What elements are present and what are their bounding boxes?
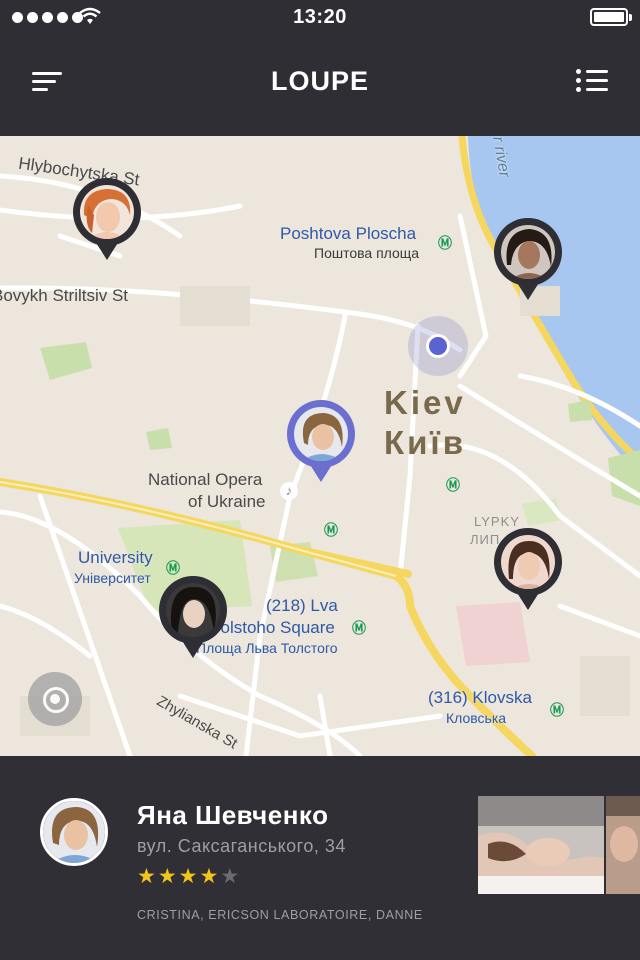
star-icon: ★ bbox=[137, 865, 156, 888]
metro-icon: Ⓜ bbox=[166, 560, 180, 576]
avatar bbox=[166, 583, 220, 637]
nav-bar: LOUPE bbox=[0, 36, 640, 136]
profile-avatar[interactable] bbox=[40, 798, 108, 866]
city-label-local: Київ bbox=[384, 424, 466, 461]
star-empty-icon: ★ bbox=[220, 865, 240, 888]
star-icon: ★ bbox=[157, 865, 177, 888]
status-bar: 13:20 bbox=[0, 0, 640, 36]
metro-station-label: (316) Klovska bbox=[428, 688, 532, 707]
street-label: Bovykh Striltsiv St bbox=[0, 286, 129, 305]
photo-gallery[interactable] bbox=[478, 796, 640, 894]
master-pin[interactable] bbox=[494, 218, 562, 302]
poi-label: of Ukraine bbox=[188, 492, 266, 511]
metro-station-label: Poshtova Ploscha bbox=[280, 224, 417, 243]
profile-tags: CRISTINA, ERICSON LABORATOIRE, DANNE bbox=[137, 908, 423, 922]
rating-stars: ★ ★ ★ ★ ★ bbox=[137, 864, 239, 889]
metro-station-label-local: Кловська bbox=[446, 710, 507, 726]
district-label: LYPKY bbox=[474, 514, 520, 529]
battery-icon bbox=[590, 8, 632, 26]
app-title: LOUPE bbox=[270, 66, 369, 96]
profile-name: Яна Шевченко bbox=[137, 800, 329, 830]
metro-station-label: University bbox=[78, 548, 153, 567]
metro-station-label-local: Поштова площа bbox=[314, 245, 420, 261]
master-pin[interactable] bbox=[73, 178, 141, 262]
metro-icon: Ⓜ bbox=[438, 235, 452, 251]
music-note-icon: ♪ bbox=[280, 482, 298, 500]
avatar bbox=[501, 225, 555, 279]
metro-icon: Ⓜ bbox=[352, 620, 366, 636]
avatar bbox=[80, 185, 134, 239]
avatar bbox=[501, 535, 555, 589]
metro-station-label-local: Університет bbox=[74, 570, 151, 586]
metro-station-label: (218) Lva bbox=[266, 596, 338, 615]
list-view-button[interactable] bbox=[570, 66, 614, 106]
poi-label: National Opera bbox=[148, 470, 263, 489]
avatar bbox=[294, 407, 348, 461]
current-location-marker bbox=[408, 316, 468, 376]
star-icon: ★ bbox=[199, 865, 219, 888]
master-info-card[interactable]: Яна Шевченко вул. Саксаганського, 34 ★ ★… bbox=[0, 756, 640, 960]
metro-icon: Ⓜ bbox=[446, 477, 460, 493]
metro-icon: Ⓜ bbox=[324, 522, 338, 538]
status-time: 13:20 bbox=[293, 6, 347, 28]
metro-station-label: Tolstoho Square bbox=[212, 618, 335, 637]
locate-me-button[interactable] bbox=[28, 672, 82, 726]
master-pin[interactable] bbox=[159, 576, 227, 660]
master-pin-selected[interactable] bbox=[287, 400, 355, 484]
list-icon bbox=[576, 69, 581, 74]
city-label: Kiev bbox=[384, 384, 466, 421]
metro-icon: Ⓜ bbox=[550, 702, 564, 718]
star-icon: ★ bbox=[178, 865, 198, 888]
map-view[interactable]: Hlybochytska St Bovykh Striltsiv St Posh… bbox=[0, 136, 640, 756]
master-pin[interactable] bbox=[494, 528, 562, 612]
profile-address: вул. Саксаганського, 34 bbox=[137, 836, 346, 856]
